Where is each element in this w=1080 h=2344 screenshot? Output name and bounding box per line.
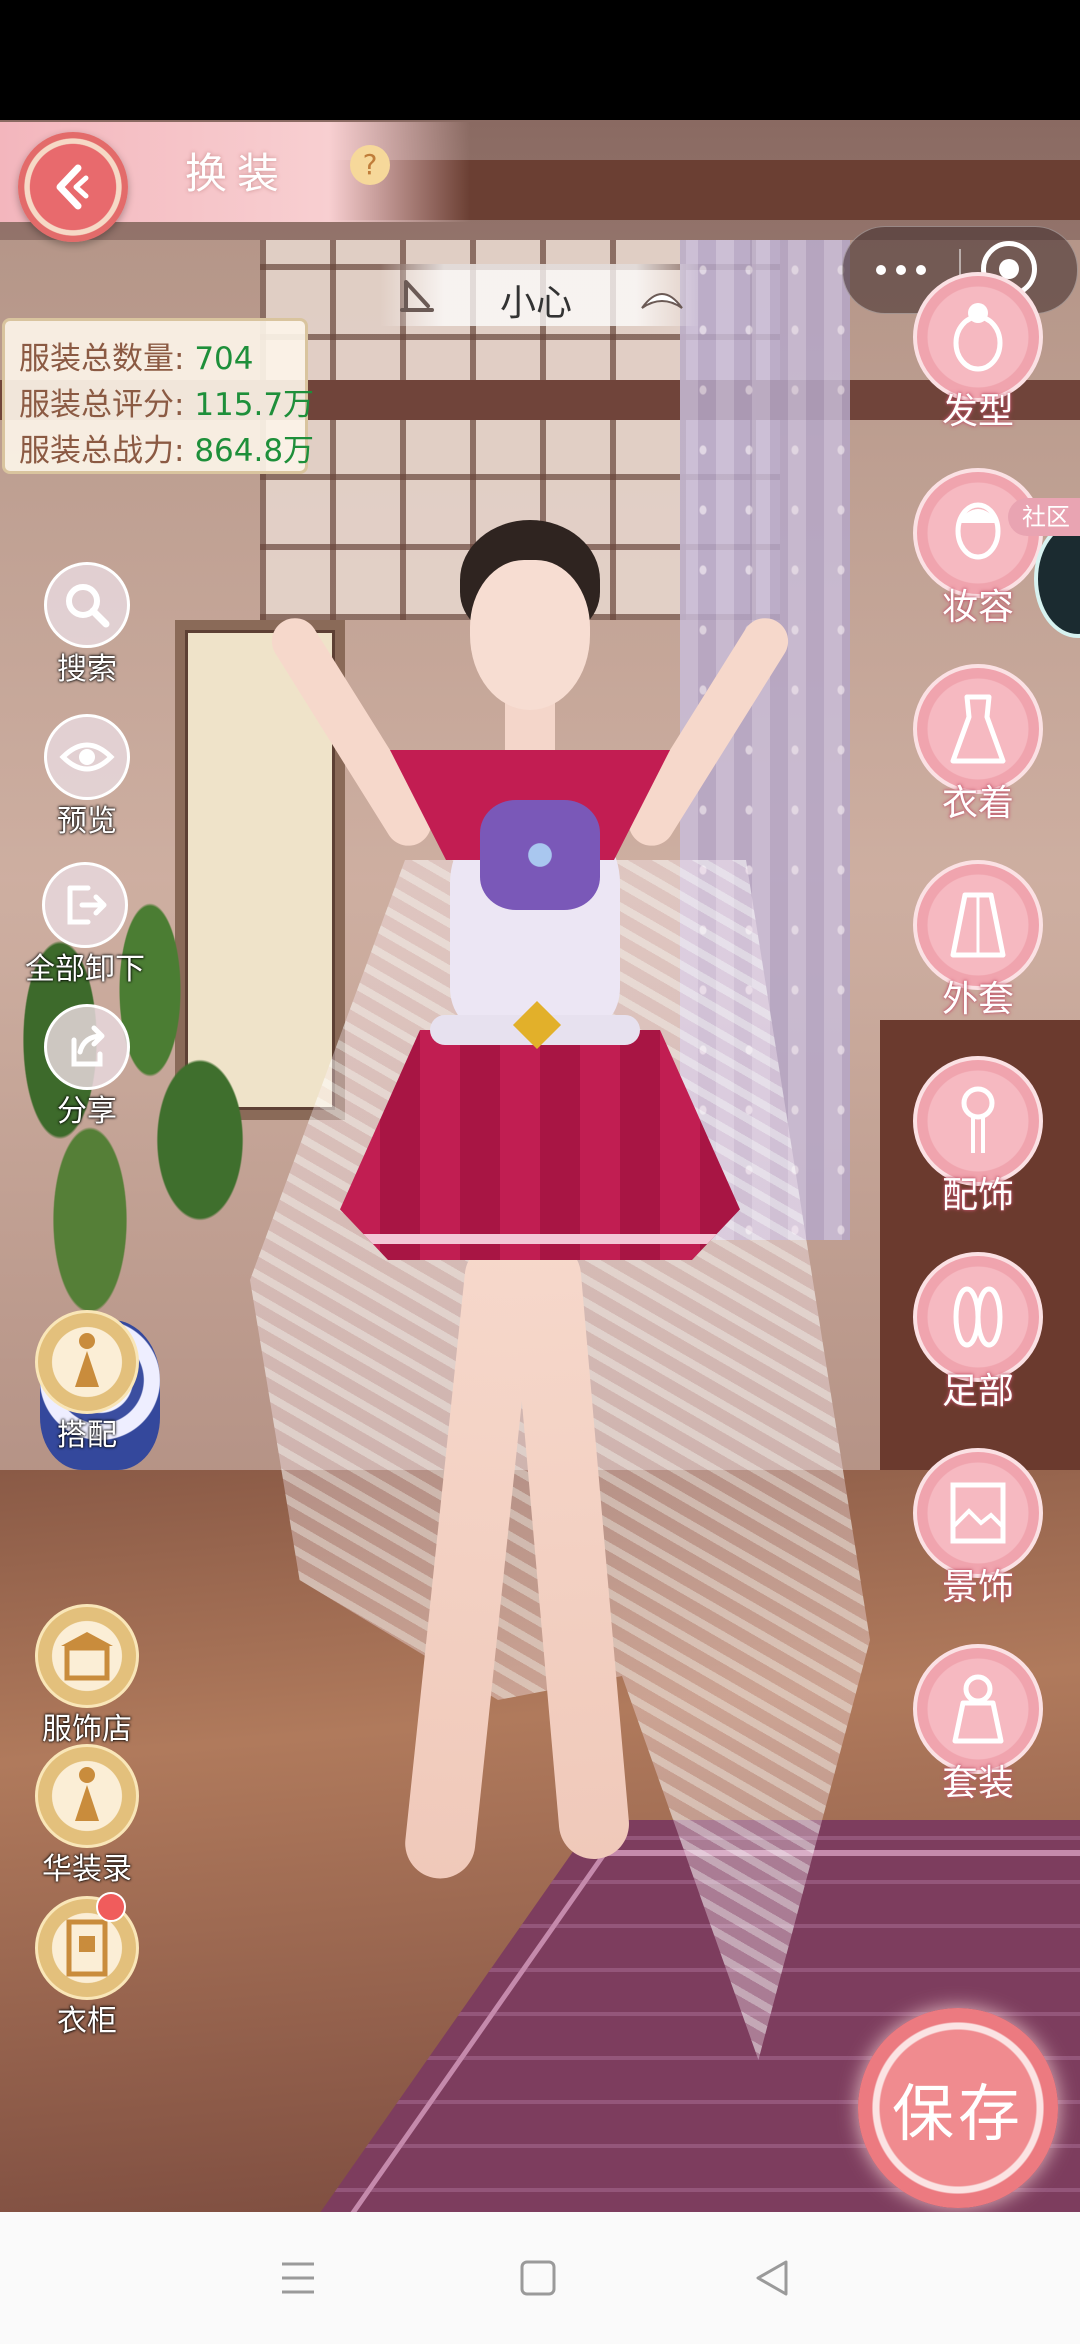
makeup-label: 妆容 (941, 587, 1014, 628)
search-label: 搜索 (57, 652, 117, 687)
category-makeup[interactable]: 妆容 (908, 468, 1048, 630)
notification-dot (96, 1892, 126, 1922)
stat-value: 115.7万 (194, 387, 315, 423)
category-set[interactable]: 套装 (908, 1644, 1048, 1806)
category-feet[interactable]: 足部 (908, 1252, 1048, 1414)
search-button[interactable]: 搜索 (28, 562, 146, 688)
stat-value: 864.8万 (194, 433, 315, 469)
category-accessory[interactable]: 配饰 (908, 1056, 1048, 1218)
stat-label: 服装总战力: (19, 433, 185, 469)
unequip-all-button[interactable]: 全部卸下 (10, 862, 160, 988)
shop-button[interactable]: 服饰店 (28, 1604, 146, 1748)
back-arrow-icon (56, 164, 89, 210)
album-label: 华装录 (42, 1852, 132, 1887)
right-arm (620, 609, 797, 855)
share-icon (44, 1004, 130, 1090)
menu-icon[interactable] (266, 2246, 330, 2310)
shop-label: 服饰店 (42, 1712, 132, 1747)
outfit-name: 小心 (500, 283, 573, 324)
hair-label: 发型 (941, 391, 1014, 432)
chevron-up-icon[interactable] (636, 276, 688, 316)
system-nav-bar (0, 2212, 1080, 2344)
stat-label: 服装总评分: (19, 387, 185, 423)
match-label: 搭配 (57, 1418, 117, 1453)
category-coat[interactable]: 外套 (908, 860, 1048, 1022)
category-hair[interactable]: 发型 (908, 272, 1048, 434)
set-label: 套装 (941, 1763, 1014, 1804)
scene-label: 景饰 (941, 1567, 1014, 1608)
feet-label: 足部 (941, 1371, 1014, 1412)
preview-label: 预览 (57, 804, 117, 839)
face (470, 560, 590, 710)
share-button[interactable]: 分享 (28, 1004, 146, 1130)
community-tab[interactable]: 社区 (1008, 498, 1080, 536)
stat-row-power: 服装总战力: 864.8万 (19, 425, 314, 471)
screen: 换装 ? 小心 服装总数量: 704 服装总评分: 115.7万 服装总战力: … (0, 0, 1080, 2344)
match-button[interactable]: 搭配 (28, 1310, 146, 1454)
category-clothing[interactable]: 衣着 (908, 664, 1048, 826)
unequip-icon (42, 862, 128, 948)
search-icon (44, 562, 130, 648)
clothing-label: 衣着 (941, 783, 1014, 824)
character-model[interactable] (180, 520, 940, 2100)
stat-row-count: 服装总数量: 704 (19, 333, 305, 379)
category-scene[interactable]: 景饰 (908, 1448, 1048, 1610)
wardrobe-stats-panel: 服装总数量: 704 服装总评分: 115.7万 服装总战力: 864.8万 (2, 318, 314, 474)
preview-button[interactable]: 预览 (28, 714, 146, 840)
wardrobe-button[interactable]: 衣柜 (28, 1892, 146, 2040)
unequip-all-label: 全部卸下 (25, 952, 145, 987)
left-arm (263, 609, 440, 855)
album-figure-icon (35, 1744, 139, 1848)
back-icon[interactable] (740, 2246, 804, 2310)
help-icon[interactable]: ? (350, 145, 390, 185)
stat-label: 服装总数量: (19, 341, 185, 377)
eye-icon (44, 714, 130, 800)
back-button[interactable] (18, 132, 128, 242)
coat-label: 外套 (941, 979, 1014, 1020)
status-bar (0, 0, 1080, 120)
home-icon[interactable] (506, 2246, 570, 2310)
wardrobe-label: 衣柜 (57, 2004, 117, 2039)
ribbon-bow (480, 800, 600, 910)
stat-value: 704 (194, 341, 254, 377)
page-title: 换装 (185, 149, 290, 198)
stat-row-score: 服装总评分: 115.7万 (19, 379, 314, 425)
accessory-label: 配饰 (941, 1175, 1014, 1216)
edit-name-icon[interactable] (392, 270, 442, 320)
save-label: 保存 (891, 2077, 1024, 2150)
shop-stall-icon (35, 1604, 139, 1708)
album-button[interactable]: 华装录 (28, 1744, 146, 1888)
more-dot-icon (896, 265, 906, 275)
more-dot-icon (876, 265, 886, 275)
share-label: 分享 (57, 1094, 117, 1129)
save-button[interactable]: 保存 (858, 2008, 1058, 2208)
match-figure-icon (35, 1310, 139, 1414)
